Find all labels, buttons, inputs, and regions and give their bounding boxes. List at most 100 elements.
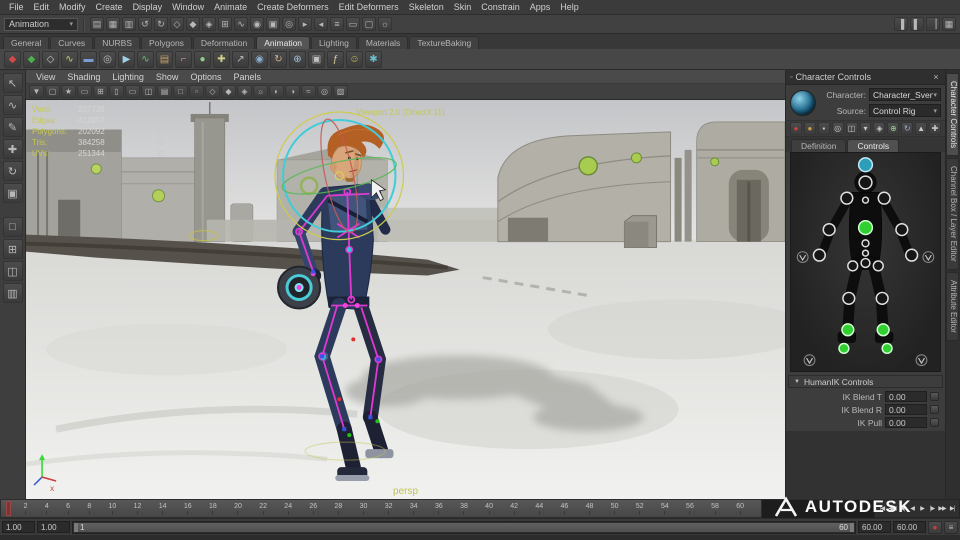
- shelf-create-clip-icon[interactable]: ▬: [80, 50, 97, 68]
- menu-item[interactable]: Skeleton: [404, 2, 449, 12]
- gate-mask-icon[interactable]: ◫: [141, 85, 156, 98]
- safe-title-icon[interactable]: ▫: [189, 85, 204, 98]
- rig-joint-right-shoulder[interactable]: [877, 191, 891, 205]
- character-rig-picker[interactable]: [790, 152, 941, 372]
- rig-joint-root[interactable]: [860, 257, 871, 269]
- select-hierarchy-icon[interactable]: ◇: [170, 17, 184, 31]
- output-connections-icon[interactable]: ◂: [314, 17, 328, 31]
- viewport-canvas[interactable]: x Verts: 207739 0 Edges: 412857 0 Polygo…: [26, 100, 785, 499]
- shelf-tab[interactable]: General: [3, 36, 50, 49]
- close-icon[interactable]: ×: [931, 72, 941, 82]
- layout-two-pane[interactable]: ◫: [2, 261, 23, 281]
- key-full-body-icon[interactable]: ●: [790, 122, 802, 135]
- make-live-icon[interactable]: ◎: [282, 17, 296, 31]
- resolution-gate-icon[interactable]: ▭: [125, 85, 140, 98]
- shelf-tab[interactable]: Animation: [256, 36, 311, 49]
- shaded-icon[interactable]: ◆: [221, 85, 236, 98]
- rig-joint-left-shoulder[interactable]: [840, 191, 854, 205]
- rig-joint-left-ankle[interactable]: [841, 323, 855, 337]
- lock-icon[interactable]: ▲: [915, 122, 928, 135]
- sidebar-tab[interactable]: Channel Box / Layer Editor: [946, 158, 959, 270]
- menu-item[interactable]: Window: [167, 2, 209, 12]
- image-plane-icon[interactable]: ▭: [77, 85, 92, 98]
- rig-joint-left-elbow[interactable]: [822, 222, 836, 237]
- step-forward-key-button[interactable]: ▶▶: [938, 505, 946, 512]
- play-forward-button[interactable]: ▶: [918, 505, 927, 512]
- camera-attributes-icon[interactable]: ▢: [45, 85, 60, 98]
- open-scene-icon[interactable]: ▦: [106, 17, 120, 31]
- rig-joint-right-hip[interactable]: [872, 260, 884, 272]
- screen-ao-icon[interactable]: ◑: [285, 85, 300, 98]
- rig-joint-left-toe[interactable]: [838, 342, 850, 355]
- shelf-tab[interactable]: Materials: [357, 36, 409, 49]
- rig-joint-chest[interactable]: [857, 220, 874, 236]
- menu-item[interactable]: Skin: [449, 2, 477, 12]
- shelf-constraint-icon[interactable]: ✚: [213, 50, 230, 68]
- menu-item[interactable]: Display: [128, 2, 168, 12]
- motion-blur-icon[interactable]: ≈: [301, 85, 316, 98]
- new-scene-icon[interactable]: ▤: [90, 17, 104, 31]
- pin-rotate-icon[interactable]: ↻: [901, 122, 914, 135]
- xray-icon[interactable]: ▨: [333, 85, 348, 98]
- viewport-menu-item[interactable]: View: [30, 72, 61, 82]
- shelf-tab[interactable]: Curves: [50, 36, 94, 49]
- full-body-mode-icon[interactable]: ◎: [831, 122, 844, 135]
- shelf-motion-trail-icon[interactable]: ∿: [61, 50, 78, 68]
- lights-icon[interactable]: ☼: [253, 85, 268, 98]
- select-object-icon[interactable]: ◆: [186, 17, 200, 31]
- channel-box-toggle-icon[interactable]: ▕: [926, 17, 940, 31]
- shelf-scale-constraint-icon[interactable]: ▣: [308, 50, 325, 68]
- textured-icon[interactable]: ◈: [237, 85, 252, 98]
- save-scene-icon[interactable]: ▥: [122, 17, 136, 31]
- shelf-orient-constraint-icon[interactable]: ↻: [270, 50, 287, 68]
- rig-joint-left-wrist[interactable]: [812, 248, 826, 262]
- sidebar-tab[interactable]: Attribute Editor: [946, 271, 959, 341]
- rig-joint-right-ankle[interactable]: [876, 323, 890, 337]
- viewport-menu-item[interactable]: Shading: [61, 72, 106, 82]
- rotate-tool[interactable]: ↻: [2, 161, 23, 181]
- value-field[interactable]: 0.00: [885, 391, 927, 402]
- shelf-graph-editor-icon[interactable]: ∿: [137, 50, 154, 68]
- step-forward-frame-button[interactable]: |▶: [928, 505, 937, 512]
- key-body-part-icon[interactable]: ●: [803, 122, 816, 135]
- shelf-parent-icon[interactable]: ↗: [232, 50, 249, 68]
- shelf-aim-constraint-icon[interactable]: ⊕: [289, 50, 306, 68]
- rig-joint-right-elbow[interactable]: [895, 222, 909, 237]
- rig-joint-head-effector[interactable]: [857, 157, 874, 173]
- auxiliary-effector-icon[interactable]: ✚: [929, 122, 941, 135]
- stance-pose-icon[interactable]: ▾: [859, 122, 872, 135]
- shelf-playblast-icon[interactable]: ▶: [118, 50, 135, 68]
- menu-item[interactable]: File: [4, 2, 29, 12]
- animation-end-field[interactable]: 60.00: [858, 521, 891, 533]
- go-to-end-button[interactable]: ▶|: [948, 505, 957, 512]
- shelf-ghost-icon[interactable]: ◎: [99, 50, 116, 68]
- shelf-tab[interactable]: NURBS: [94, 36, 140, 49]
- range-slider[interactable]: 1 60: [72, 520, 856, 534]
- panel-tab[interactable]: Definition: [791, 139, 847, 152]
- playback-end-field[interactable]: 60.00: [893, 521, 926, 533]
- animation-start-field[interactable]: 1.00: [37, 521, 70, 533]
- isolate-select-icon[interactable]: ◎: [317, 85, 332, 98]
- source-select[interactable]: Control Rig ▾: [869, 104, 941, 117]
- shelf-joint-icon[interactable]: ●: [194, 50, 211, 68]
- shelf-point-constraint-icon[interactable]: ◉: [251, 50, 268, 68]
- menu-item[interactable]: Constrain: [476, 2, 525, 12]
- panel-tab[interactable]: Controls: [847, 139, 900, 152]
- shelf-dope-sheet-icon[interactable]: ▤: [156, 50, 173, 68]
- shelf-driven-key-icon[interactable]: ◇: [42, 50, 59, 68]
- menu-item[interactable]: Animate: [209, 2, 252, 12]
- film-gate-icon[interactable]: ▯: [109, 85, 124, 98]
- snap-curve-icon[interactable]: ∿: [234, 17, 248, 31]
- safe-action-icon[interactable]: □: [173, 85, 188, 98]
- shadows-icon[interactable]: ◐: [269, 85, 284, 98]
- rig-joint-left-knee[interactable]: [842, 291, 856, 305]
- scale-tool[interactable]: ▣: [2, 183, 23, 203]
- attribute-editor-toggle-icon[interactable]: ▐: [894, 17, 908, 31]
- render-settings-icon[interactable]: ☼: [378, 17, 392, 31]
- menu-item[interactable]: Create: [91, 2, 128, 12]
- slider-handle-icon[interactable]: [930, 392, 939, 401]
- snap-plane-icon[interactable]: ▣: [266, 17, 280, 31]
- auto-keyframe-button[interactable]: ●: [928, 520, 942, 534]
- viewport-menu-item[interactable]: Options: [184, 72, 227, 82]
- shelf-set-breakdown-icon[interactable]: ◆: [23, 50, 40, 68]
